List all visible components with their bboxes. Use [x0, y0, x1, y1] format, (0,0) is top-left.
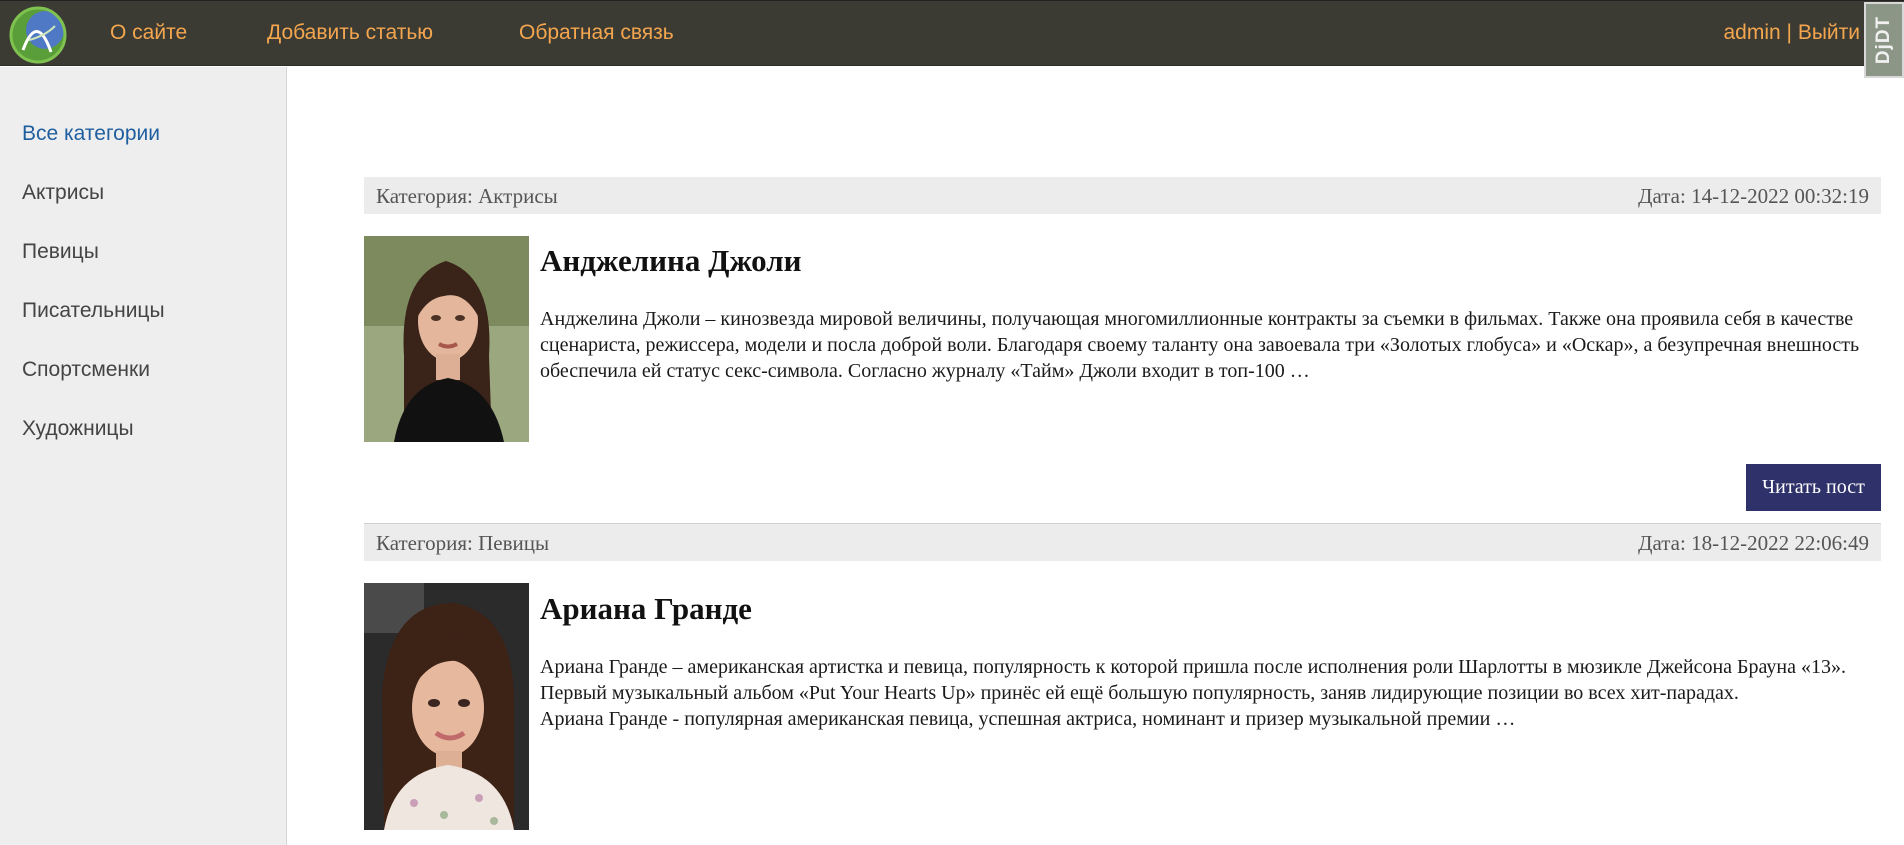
- post-meta-bar: Категория: Певицы Дата: 18-12-2022 22:06…: [364, 524, 1881, 561]
- sidebar-item-singers[interactable]: Певицы: [22, 240, 99, 264]
- nav-add-article-link[interactable]: Добавить статью: [267, 21, 433, 45]
- sidebar-item-athletes[interactable]: Спортсменки: [22, 358, 150, 382]
- sidebar-item-all[interactable]: Все категории: [22, 122, 160, 146]
- category-sidebar: Все категории Актрисы Певицы Писательниц…: [0, 67, 287, 845]
- post-meta-bar: Категория: Актрисы Дата: 14-12-2022 00:3…: [364, 177, 1881, 214]
- debug-toolbar-handle[interactable]: DjDT: [1864, 2, 1904, 78]
- post-title: Анджелина Джоли: [540, 243, 802, 278]
- portrait-image: [364, 583, 529, 830]
- username-link[interactable]: admin: [1723, 21, 1780, 44]
- user-separator: |: [1780, 21, 1798, 44]
- post-thumbnail-ariana: [364, 583, 529, 830]
- post-date: Дата: 14-12-2022 00:32:19: [1638, 184, 1869, 208]
- portrait-image: [364, 236, 529, 442]
- post-excerpt-paragraph: Ариана Гранде – американская артистка и …: [540, 656, 1846, 704]
- sidebar-item-actresses[interactable]: Актрисы: [22, 181, 104, 205]
- nav-about-link[interactable]: О сайте: [110, 21, 187, 45]
- post-category: Категория: Певицы: [376, 531, 550, 555]
- top-navbar: О сайте Добавить статью Обратная связь a…: [0, 0, 1904, 66]
- read-post-button[interactable]: Читать пост: [1746, 464, 1881, 511]
- sidebar-item-writers[interactable]: Писательницы: [22, 299, 165, 323]
- post-category: Категория: Актрисы: [376, 184, 558, 208]
- post-title: Ариана Гранде: [540, 591, 752, 626]
- post-excerpt-paragraph: Ариана Гранде - популярная американская …: [540, 708, 1516, 730]
- site-logo[interactable]: [9, 6, 67, 64]
- post-thumbnail-angelina: [364, 236, 529, 442]
- sidebar-item-artists[interactable]: Художницы: [22, 417, 134, 441]
- user-area: admin | Выйти: [1723, 21, 1860, 45]
- nav-feedback-link[interactable]: Обратная связь: [519, 21, 674, 45]
- post-excerpt: Анджелина Джоли – кинозвезда мировой вел…: [540, 308, 1860, 382]
- logout-link[interactable]: Выйти: [1798, 21, 1860, 44]
- post-date: Дата: 18-12-2022 22:06:49: [1638, 531, 1869, 555]
- post-excerpt: Ариана Гранде – американская артистка и …: [540, 654, 1880, 732]
- debug-toolbar-label: DjDT: [1873, 15, 1895, 65]
